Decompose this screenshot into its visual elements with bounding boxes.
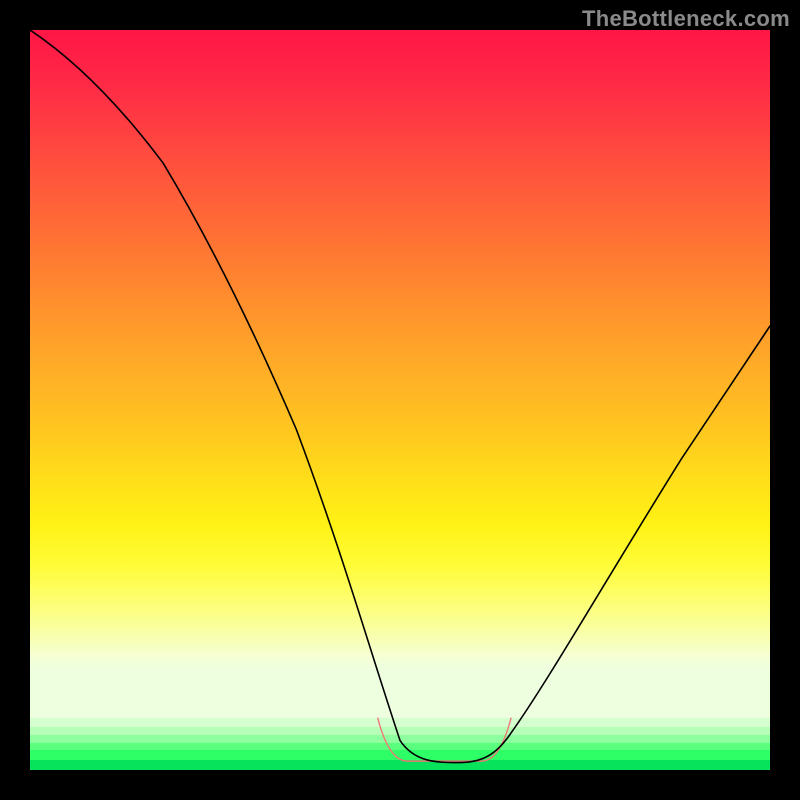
- watermark-text: TheBottleneck.com: [582, 6, 790, 32]
- curve-overlay: [30, 30, 770, 770]
- chart-stage: TheBottleneck.com: [0, 0, 800, 800]
- bottleneck-curve: [30, 30, 770, 763]
- plot-area: [30, 30, 770, 770]
